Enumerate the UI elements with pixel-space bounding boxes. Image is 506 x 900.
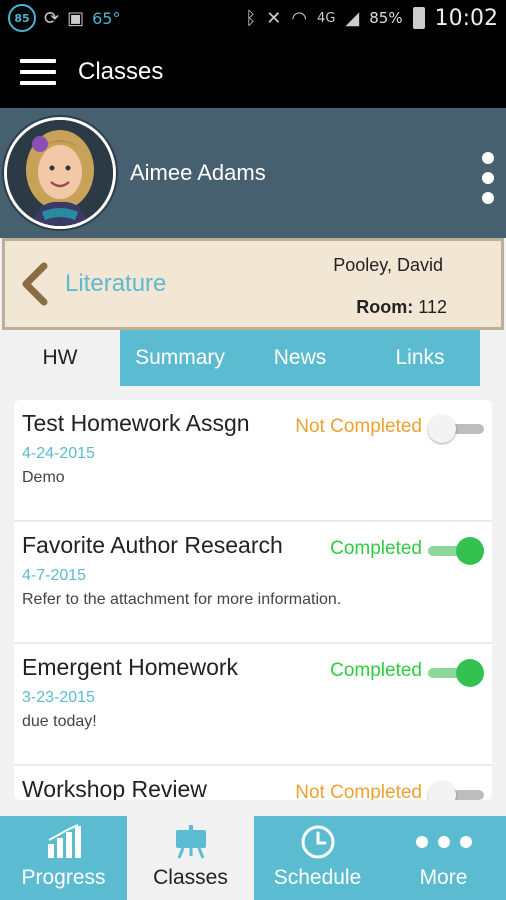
avatar[interactable] <box>4 117 116 229</box>
room-label: Room: <box>356 297 414 317</box>
completion-toggle[interactable] <box>428 781 484 800</box>
assignment-description: Refer to the attachment for more informa… <box>22 591 342 608</box>
list-item[interactable]: Test Homework Assgn 4-24-2015 Demo Not C… <box>14 400 492 522</box>
nav-label: More <box>419 866 468 889</box>
bar-chart-icon <box>46 822 82 862</box>
mute-icon: ✕ <box>266 7 282 29</box>
clock: 10:02 <box>434 5 498 31</box>
teacher-name: Pooley, David <box>333 255 443 275</box>
page-title: Classes <box>78 58 164 85</box>
nav-label: Schedule <box>273 866 362 889</box>
student-profile: Aimee Adams <box>0 108 506 238</box>
status-label: Not Completed <box>295 416 422 437</box>
nav-progress[interactable]: Progress <box>0 816 127 900</box>
menu-icon[interactable] <box>20 59 56 85</box>
bottom-nav: Progress Classes Schedule More <box>0 816 506 900</box>
nav-classes[interactable]: Classes <box>127 816 254 900</box>
completion-toggle[interactable] <box>428 537 484 565</box>
tab-hw[interactable]: HW <box>0 330 120 386</box>
back-chevron-icon[interactable] <box>11 254 59 314</box>
battery-icon <box>412 7 425 29</box>
app-bar: Classes <box>0 36 506 108</box>
room-value: 112 <box>418 297 447 317</box>
nav-more[interactable]: More <box>381 816 506 900</box>
assignment-description: Demo <box>22 469 65 486</box>
sync-icon: ⟳ <box>44 7 60 29</box>
room-info: Room: 112 <box>356 297 447 318</box>
assignment-description: due today! <box>22 713 97 730</box>
status-label: Completed <box>330 660 422 681</box>
assignment-date: 4-24-2015 <box>22 445 95 462</box>
student-name: Aimee Adams <box>130 160 266 185</box>
tab-news[interactable]: News <box>240 330 360 386</box>
status-label: Not Completed <box>295 782 422 800</box>
list-item[interactable]: Favorite Author Research 4-7-2015 Refer … <box>14 522 492 644</box>
nav-schedule[interactable]: Schedule <box>254 816 381 900</box>
list-item[interactable]: Emergent Homework 3-23-2015 due today! C… <box>14 644 492 766</box>
tab-links[interactable]: Links <box>360 330 480 386</box>
nav-label: Classes <box>153 866 228 889</box>
completion-toggle[interactable] <box>428 659 484 687</box>
assignment-date: 4-7-2015 <box>22 567 87 584</box>
class-name: Literature <box>65 270 167 297</box>
dots-icon <box>412 822 476 862</box>
nav-label: Progress <box>21 866 106 889</box>
overflow-menu-icon[interactable] <box>482 152 494 204</box>
status-label: Completed <box>330 538 422 559</box>
completion-toggle[interactable] <box>428 415 484 443</box>
list-item[interactable]: Workshop Review Not Completed <box>14 766 492 800</box>
class-header: Literature Pooley, David Room: 112 <box>2 238 504 330</box>
temperature: 65° <box>92 8 121 28</box>
homework-list[interactable]: Test Homework Assgn 4-24-2015 Demo Not C… <box>14 400 492 800</box>
image-icon: ▣ <box>67 7 85 29</box>
notification-badge-icon: 85 <box>8 4 36 32</box>
assignment-date: 3-23-2015 <box>22 689 95 706</box>
easel-icon <box>173 822 209 862</box>
bluetooth-icon: ᛒ <box>245 7 257 29</box>
network-type: 4G <box>317 10 336 26</box>
status-bar: 85 ⟳ ▣ 65° ᛒ ✕ ◠ 4G ◢ 85% 10:02 <box>0 0 506 36</box>
wifi-icon: ◠ <box>291 7 308 29</box>
class-tabs: HW Summary News Links <box>0 330 506 386</box>
tab-summary[interactable]: Summary <box>120 330 240 386</box>
clock-icon <box>300 822 336 862</box>
battery-percent: 85% <box>369 9 403 27</box>
signal-icon: ◢ <box>345 7 360 29</box>
